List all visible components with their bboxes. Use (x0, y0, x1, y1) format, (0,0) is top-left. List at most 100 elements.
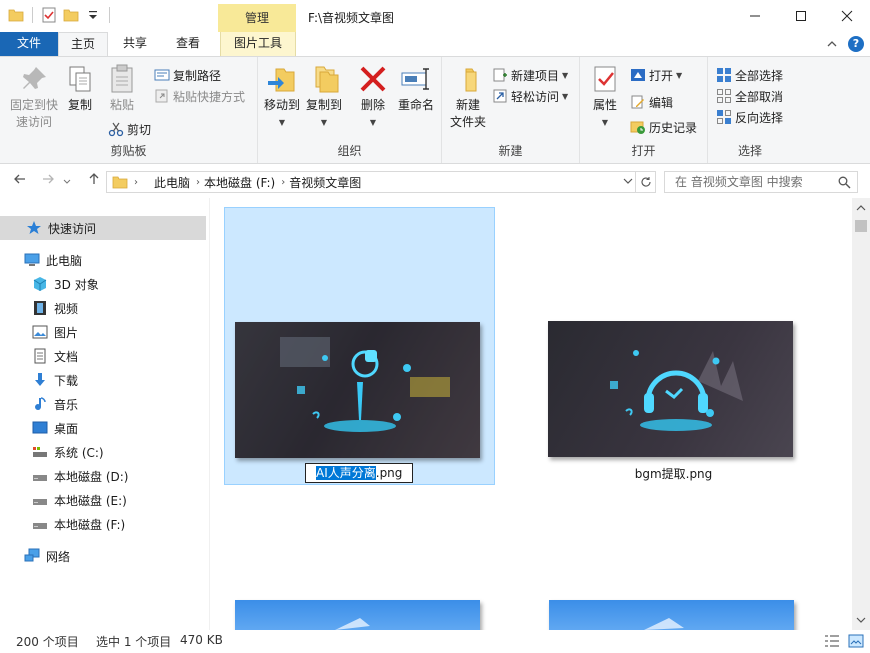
cut-button[interactable]: 剪切 (108, 119, 151, 139)
new-folder-button[interactable]: 新建 文件夹 (448, 63, 488, 131)
invert-selection-icon (717, 110, 731, 124)
move-to-icon (268, 68, 295, 92)
nav-desktop[interactable]: 桌面 (0, 416, 206, 440)
delete-button[interactable]: 删除 ▼ (358, 63, 388, 131)
rename-selected-text: AI人声分离 (316, 466, 376, 480)
edit-button[interactable]: 编辑 (630, 92, 673, 112)
tab-home[interactable]: 主页 (58, 32, 108, 57)
copy-path-button[interactable]: 复制路径 (154, 65, 221, 85)
nav-music[interactable]: 音乐 (0, 392, 206, 416)
open-button[interactable]: 打开 ▼ (630, 65, 682, 85)
copy-button[interactable]: 复制 (64, 63, 96, 114)
ribbon: 固定到快 速访问 复制 粘贴 复制路径 粘贴快捷方式 剪切 剪贴板 移动到 ▼ (0, 56, 870, 164)
nav-downloads[interactable]: 下载 (0, 368, 206, 392)
chevron-down-icon (63, 179, 71, 184)
nav-3d-objects[interactable]: 3D 对象 (0, 272, 206, 296)
window-title: F:\音视频文章图 (308, 11, 395, 25)
forward-button[interactable] (38, 172, 58, 192)
nav-quick-access[interactable]: 快速访问 (0, 216, 206, 240)
scroll-up-icon[interactable] (856, 204, 866, 212)
nav-drive-d[interactable]: 本地磁盘 (D:) (0, 464, 206, 488)
copy-path-icon (154, 69, 170, 81)
tab-share[interactable]: 共享 (112, 32, 158, 56)
nav-documents[interactable]: 文档 (0, 344, 206, 368)
details-view-icon[interactable] (824, 634, 840, 648)
nav-this-pc[interactable]: 此电脑 (0, 248, 206, 272)
group-label: 新建 (498, 144, 523, 158)
partial-thumbnail-image (644, 618, 684, 630)
refresh-button[interactable] (635, 172, 655, 192)
help-icon[interactable]: ? (848, 36, 864, 52)
music-note-icon (35, 397, 46, 411)
scrollbar-thumb[interactable] (855, 220, 867, 232)
folder-icon[interactable] (8, 7, 24, 23)
customize-dropdown-icon[interactable] (85, 7, 101, 23)
close-icon (841, 10, 853, 22)
back-button[interactable] (10, 172, 30, 192)
scroll-down-icon[interactable] (856, 616, 866, 624)
history-button[interactable]: 历史记录 (630, 117, 697, 137)
select-none-button[interactable]: 全部取消 (716, 86, 783, 106)
search-box[interactable] (664, 171, 858, 193)
paste-button[interactable]: 粘贴 (104, 63, 140, 114)
move-to-button[interactable]: 移动到 ▼ (262, 63, 302, 131)
breadcrumb-drive-f[interactable]: 本地磁盘 (F:) (204, 174, 275, 191)
easy-access-icon (493, 89, 507, 103)
open-group: 属性 ▼ 打开 ▼ 编辑 历史记录 打开 (580, 57, 708, 163)
search-input[interactable] (665, 172, 835, 192)
search-icon[interactable] (838, 176, 851, 189)
file-item[interactable]: AI人声分离.png (224, 207, 495, 485)
breadcrumb-separator[interactable]: › (134, 177, 138, 188)
maximize-button[interactable] (778, 0, 824, 32)
tab-picture-tools[interactable]: 图片工具 (220, 32, 296, 56)
easy-access-button[interactable]: 轻松访问 ▼ (492, 86, 568, 106)
collapse-ribbon-icon[interactable] (826, 38, 838, 50)
file-name: bgm提取.png (634, 467, 713, 481)
breadcrumb-this-pc[interactable]: 此电脑 (154, 174, 190, 191)
address-dropdown-button[interactable] (623, 175, 633, 189)
properties-icon[interactable] (41, 7, 57, 23)
tab-manage[interactable]: 管理 (218, 4, 296, 32)
maximize-icon (796, 11, 806, 21)
minimize-button[interactable] (732, 0, 778, 32)
forward-arrow-icon (43, 174, 54, 184)
paste-shortcut-button[interactable]: 粘贴快捷方式 (154, 86, 245, 106)
nav-pictures[interactable]: 图片 (0, 320, 206, 344)
nav-drive-c[interactable]: 系统 (C:) (0, 440, 206, 464)
cube-icon (33, 277, 47, 291)
organize-group: 移动到 ▼ 复制到 ▼ 删除 ▼ 重命名 组织 (258, 57, 442, 163)
vertical-scrollbar[interactable] (852, 198, 870, 630)
new-item-button[interactable]: 新建项目 ▼ (492, 65, 568, 85)
dropdown-caret: ▼ (562, 91, 569, 101)
document-icon (34, 348, 46, 364)
nav-drive-f[interactable]: 本地磁盘 (F:) (0, 512, 206, 536)
file-item[interactable]: bgm提取.png (538, 207, 809, 485)
back-arrow-icon (14, 174, 25, 184)
pin-quick-access-button[interactable]: 固定到快 速访问 (6, 63, 62, 131)
address-bar[interactable]: › 此电脑 › 本地磁盘 (F:) › 音视频文章图 (106, 171, 656, 193)
select-all-button[interactable]: 全部选择 (716, 65, 783, 85)
dropdown-caret: ▼ (320, 118, 328, 127)
thumbnail[interactable] (235, 600, 480, 630)
copy-icon (69, 66, 91, 92)
recent-locations-button[interactable] (60, 172, 74, 192)
breadcrumb-current-folder[interactable]: 音视频文章图 (289, 174, 361, 191)
close-button[interactable] (824, 0, 870, 32)
thumbnail[interactable] (549, 600, 794, 630)
tab-view[interactable]: 查看 (164, 32, 212, 56)
properties-button[interactable]: 属性 ▼ (588, 63, 622, 131)
breadcrumb-separator[interactable]: › (196, 177, 200, 188)
tab-file[interactable]: 文件 (0, 32, 58, 56)
invert-selection-button[interactable]: 反向选择 (716, 107, 783, 127)
rename-button[interactable]: 重命名 (396, 63, 436, 114)
copy-to-button[interactable]: 复制到 ▼ (304, 63, 344, 131)
rename-field[interactable]: AI人声分离.png (305, 463, 414, 483)
nav-videos[interactable]: 视频 (0, 296, 206, 320)
new-folder-icon[interactable] (63, 7, 79, 23)
nav-network[interactable]: 网络 (0, 544, 206, 568)
up-button[interactable] (84, 172, 104, 192)
nav-drive-e[interactable]: 本地磁盘 (E:) (0, 488, 206, 512)
selection-count: 选中 1 个项目 (96, 635, 172, 649)
breadcrumb-separator[interactable]: › (281, 177, 285, 188)
large-icons-view-icon[interactable] (848, 634, 864, 648)
